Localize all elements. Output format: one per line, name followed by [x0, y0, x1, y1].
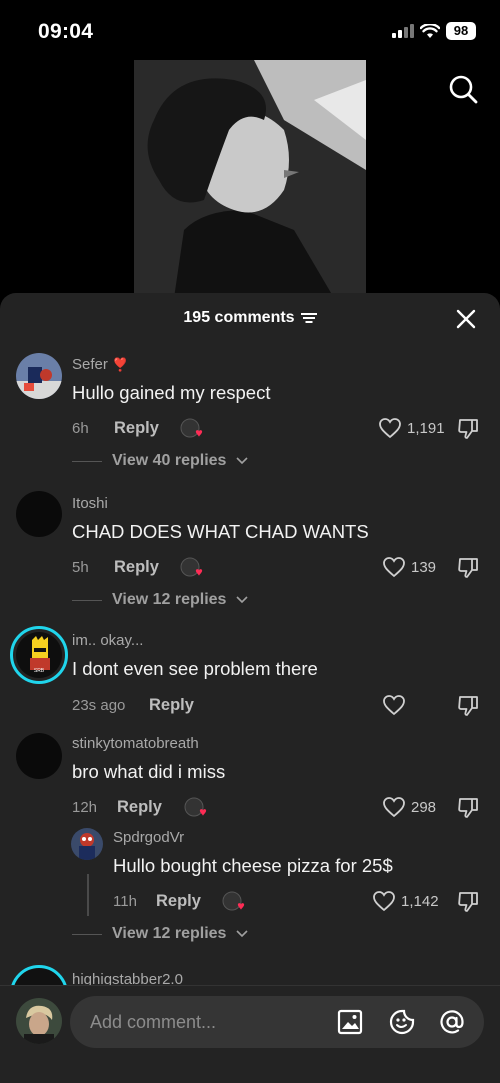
heart-icon: [379, 418, 401, 439]
comment-text: CHAD DOES WHAT CHAD WANTS: [72, 521, 369, 542]
video-image: [134, 60, 366, 298]
view-replies-button[interactable]: View 12 replies: [72, 591, 249, 609]
reply-button[interactable]: Reply: [114, 419, 159, 438]
story-avatar[interactable]: SRB: [10, 626, 68, 684]
comment-time: 5h: [72, 559, 89, 576]
reply-time: 11h: [113, 893, 137, 910]
replies-divider: [72, 460, 102, 462]
like-count: 139: [411, 558, 437, 576]
comments-header: 195 comments: [0, 293, 500, 345]
thread-line: [87, 874, 89, 916]
like-button[interactable]: [382, 694, 411, 716]
dislike-icon[interactable]: [456, 890, 480, 914]
sort-icon[interactable]: [300, 312, 317, 324]
comment-item: Sefer ❣️ Hullo gained my respect 6h Repl…: [0, 348, 500, 478]
close-icon[interactable]: [454, 307, 478, 331]
comment-username[interactable]: Sefer ❣️: [72, 356, 128, 373]
svg-text:SRB: SRB: [34, 668, 45, 674]
status-bar: 09:04 98: [0, 0, 500, 58]
avatar[interactable]: [16, 353, 62, 399]
battery-indicator: 98: [446, 22, 476, 40]
avatar[interactable]: [16, 491, 62, 537]
video-area[interactable]: [0, 58, 500, 298]
heart-icon: [383, 695, 405, 716]
comment-count[interactable]: 195 comments: [0, 309, 500, 327]
view-replies-button[interactable]: View 12 replies: [72, 925, 249, 943]
comment-input-bar: [0, 985, 500, 1083]
heart-badge: ❣️: [112, 357, 129, 372]
dislike-icon[interactable]: [456, 694, 480, 718]
heart-icon: [383, 557, 405, 578]
like-button[interactable]: 139: [382, 556, 436, 578]
replies-divider: [72, 933, 102, 935]
reply-username[interactable]: SpdrgodVr: [113, 829, 184, 846]
comments-sheet: 195 comments Sefer ❣️ Hullo gained my re…: [0, 293, 500, 1083]
like-button[interactable]: 1,142: [372, 890, 439, 912]
view-replies-label: View 40 replies: [112, 452, 227, 469]
comment-input-wrapper[interactable]: [70, 996, 484, 1048]
comment-username[interactable]: im.. okay...: [72, 632, 143, 649]
comment-text: bro what did i miss: [72, 761, 226, 782]
reply-button[interactable]: Reply: [156, 892, 201, 911]
comment-input[interactable]: [90, 996, 320, 1048]
story-avatar[interactable]: [10, 965, 68, 985]
creator-liked-icon: [180, 418, 206, 442]
comment-text: I dont even see problem there: [72, 658, 318, 679]
status-time: 09:04: [38, 20, 94, 43]
emoji-icon[interactable]: [388, 1008, 416, 1036]
creator-liked-icon: [180, 557, 206, 581]
dislike-icon[interactable]: [456, 556, 480, 580]
comment-item: SRB im.. okay... I dont even see problem…: [0, 626, 500, 726]
reply-button[interactable]: Reply: [114, 558, 159, 577]
chevron-down-icon: [236, 596, 249, 604]
comment-username[interactable]: stinkytomatobreath: [72, 735, 199, 752]
comment-text: Hullo gained my respect: [72, 382, 271, 403]
search-icon[interactable]: [448, 74, 478, 104]
like-button[interactable]: 1,191: [378, 417, 445, 439]
status-icons: 98: [392, 22, 476, 40]
creator-liked-icon: [184, 797, 210, 821]
signal-icon: [392, 24, 414, 38]
dislike-icon[interactable]: [456, 417, 480, 441]
comment-item: Itoshi CHAD DOES WHAT CHAD WANTS 5h Repl…: [0, 488, 500, 618]
heart-icon: [373, 891, 395, 912]
like-button[interactable]: 298: [382, 796, 436, 818]
video-thumbnail[interactable]: [134, 60, 366, 298]
comment-username[interactable]: highigstabber2.0: [72, 971, 183, 985]
comment-item: highigstabber2.0: [0, 965, 500, 985]
like-count: 1,142: [401, 892, 439, 910]
replies-divider: [72, 599, 102, 601]
view-replies-button[interactable]: View 40 replies: [72, 452, 249, 470]
image-icon[interactable]: [336, 1008, 364, 1036]
like-count: 298: [411, 798, 437, 816]
reply-button[interactable]: Reply: [149, 696, 194, 715]
reply-button[interactable]: Reply: [117, 798, 162, 817]
comment-username[interactable]: Itoshi: [72, 495, 108, 512]
reply-avatar[interactable]: [71, 828, 103, 860]
chevron-down-icon: [236, 457, 249, 465]
comment-count-label: 195 comments: [183, 309, 295, 326]
chevron-down-icon: [236, 930, 249, 938]
heart-icon: [383, 797, 405, 818]
creator-liked-icon: [222, 891, 248, 915]
view-replies-label: View 12 replies: [112, 925, 227, 942]
comment-item: stinkytomatobreath bro what did i miss 1…: [0, 728, 500, 963]
avatar[interactable]: [16, 733, 62, 779]
view-replies-label: View 12 replies: [112, 591, 227, 608]
comment-time: 12h: [72, 799, 98, 816]
wifi-icon: [420, 23, 440, 38]
like-count: 1,191: [407, 419, 445, 437]
comment-time: 6h: [72, 420, 89, 437]
reply-text: Hullo bought cheese pizza for 25$: [113, 855, 393, 876]
dislike-icon[interactable]: [456, 796, 480, 820]
comment-time: 23s ago: [72, 697, 126, 714]
at-icon[interactable]: [438, 1008, 466, 1036]
my-avatar[interactable]: [16, 998, 62, 1044]
